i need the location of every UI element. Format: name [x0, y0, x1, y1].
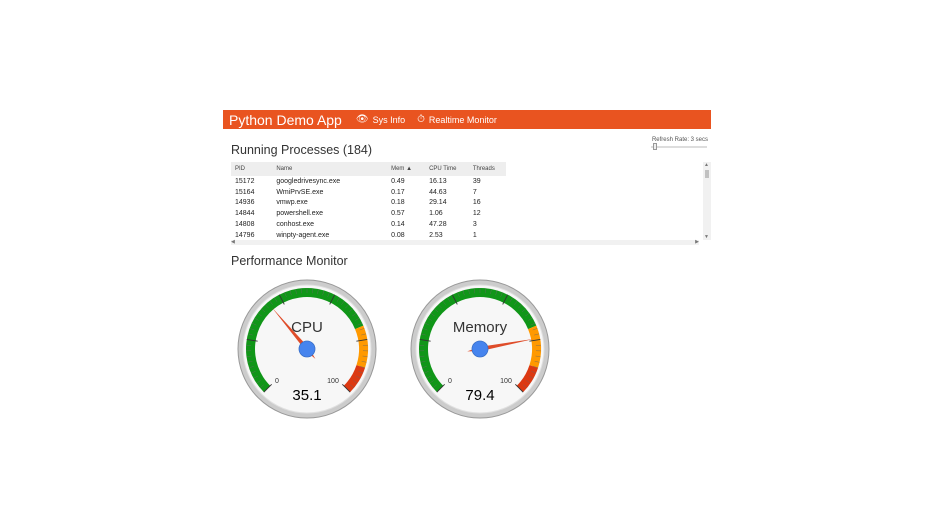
processes-table: PID Name Mem ▲ CPU Time Threads 15172 go…: [231, 162, 506, 240]
gauge-max-label: 100: [500, 378, 512, 385]
cell-name: conhost.exe: [276, 221, 315, 229]
cell-threads: 12: [472, 210, 481, 218]
eye-icon: 👁: [355, 114, 369, 125]
cell-threads: 16: [472, 199, 481, 207]
cell-pid: 14796: [235, 231, 255, 239]
column-header-threads[interactable]: Threads: [468, 162, 506, 176]
memory-gauge: Memory 0 100 79.4: [410, 279, 550, 419]
cell-pid: 14808: [235, 221, 255, 229]
column-header-pid[interactable]: PID: [231, 162, 273, 176]
cell-mem: 0.18: [391, 199, 405, 207]
scroll-down-icon[interactable]: ▼: [704, 234, 709, 240]
gauge-label: CPU: [291, 319, 323, 336]
gauge-hub: [298, 340, 316, 358]
processes-table-container: PID Name Mem ▲ CPU Time Threads 15172 go…: [231, 162, 707, 240]
gauge-min-label: 0: [275, 378, 279, 385]
column-header-cpu-time[interactable]: CPU Time: [425, 162, 469, 176]
column-header-mem[interactable]: Mem ▲: [387, 162, 426, 176]
cell-pid: 15172: [235, 177, 255, 185]
table-horizontal-scrollbar[interactable]: ◀ ▶: [231, 239, 699, 245]
scroll-up-icon[interactable]: ▲: [704, 162, 709, 168]
nav-sys-info-label: Sys Info: [372, 114, 406, 125]
table-row[interactable]: 14796 winpty-agent.exe 0.08 2.53 1: [231, 230, 506, 240]
table-row[interactable]: 15172 googledrivesync.exe 0.49 16.13 39: [231, 176, 506, 187]
cell-threads: 3: [472, 221, 477, 229]
cell-name: vmwp.exe: [276, 199, 308, 207]
cell-mem: 0.57: [391, 210, 405, 218]
cell-cpu-time: 44.63: [429, 188, 447, 196]
nav-realtime-monitor[interactable]: ⏱ Realtime Monitor: [417, 114, 497, 125]
cell-name: WmiPrvSE.exe: [276, 188, 324, 196]
cell-mem: 0.17: [391, 188, 405, 196]
cell-pid: 15164: [235, 188, 255, 196]
cell-pid: 14844: [235, 210, 255, 218]
refresh-rate-slider[interactable]: [651, 143, 707, 150]
cell-mem: 0.49: [391, 177, 405, 185]
table-row[interactable]: 15164 WmiPrvSE.exe 0.17 44.63 7: [231, 187, 506, 198]
cell-cpu-time: 47.28: [429, 221, 447, 229]
cell-pid: 14936: [235, 199, 255, 207]
gauge-max-label: 100: [327, 378, 339, 385]
table-row[interactable]: 14808 conhost.exe 0.14 47.28 3: [231, 219, 506, 230]
cell-name: googledrivesync.exe: [276, 177, 341, 185]
cell-cpu-time: 29.14: [429, 199, 447, 207]
column-header-name[interactable]: Name: [272, 162, 388, 176]
scroll-left-icon[interactable]: ◀: [231, 239, 235, 245]
cell-name: winpty-agent.exe: [276, 231, 330, 239]
scroll-right-icon[interactable]: ▶: [695, 239, 699, 245]
cell-threads: 7: [472, 188, 477, 196]
table-header-row: PID Name Mem ▲ CPU Time Threads: [231, 162, 506, 176]
cell-threads: 39: [472, 177, 481, 185]
cell-cpu-time: 16.13: [429, 177, 447, 185]
table-row[interactable]: 14936 vmwp.exe 0.18 29.14 16: [231, 198, 506, 209]
cell-name: powershell.exe: [276, 210, 324, 218]
gauge-value: 79.4: [465, 387, 494, 404]
cell-mem: 0.08: [391, 231, 405, 239]
processes-title: Running Processes (184): [231, 143, 373, 157]
brand[interactable]: Python Demo App: [229, 112, 342, 128]
gauge-value: 35.1: [292, 387, 321, 404]
nav-realtime-monitor-label: Realtime Monitor: [428, 114, 497, 125]
table-vertical-scrollbar[interactable]: ▲ ▼: [703, 162, 711, 240]
scrollbar-thumb[interactable]: [705, 170, 709, 178]
gauge-label: Memory: [453, 319, 508, 336]
cpu-gauge: CPU 0 100 35.1: [237, 279, 377, 419]
table-row[interactable]: 14844 powershell.exe 0.57 1.06 12: [231, 208, 506, 219]
clock-icon: ⏱: [417, 114, 425, 125]
slider-handle[interactable]: [653, 143, 657, 150]
cell-cpu-time: 1.06: [429, 210, 443, 218]
refresh-rate-label: Refresh Rate: 3 secs: [651, 137, 708, 143]
performance-title: Performance Monitor: [231, 254, 348, 268]
gauge-min-label: 0: [448, 378, 452, 385]
cell-mem: 0.14: [391, 221, 405, 229]
gauge-hub: [471, 340, 489, 358]
nav-sys-info[interactable]: 👁 Sys Info: [356, 114, 405, 125]
cell-cpu-time: 2.53: [429, 231, 443, 239]
navbar: Python Demo App 👁 Sys Info ⏱ Realtime Mo…: [223, 110, 711, 129]
cell-threads: 1: [472, 231, 477, 239]
